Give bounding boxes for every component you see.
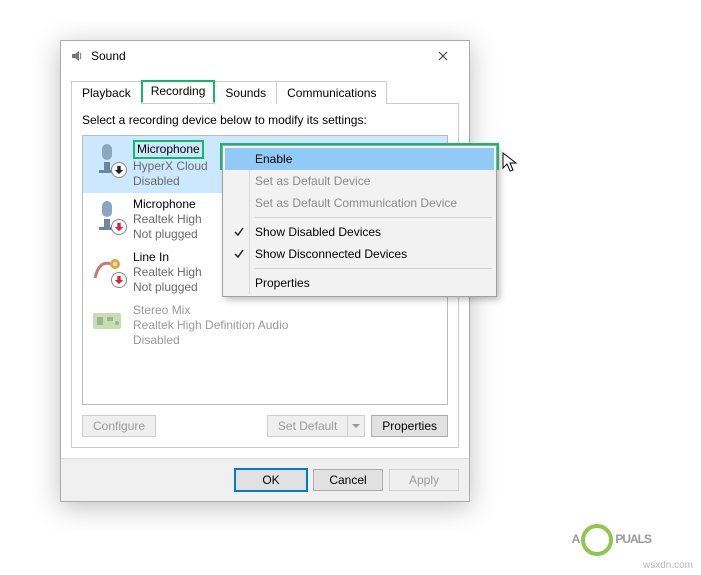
tab-recording[interactable]: Recording [141,80,216,103]
line-in-icon [89,250,125,286]
disabled-badge-icon [111,162,127,178]
unplugged-badge-icon [111,272,127,288]
configure-button[interactable]: Configure [82,415,156,437]
cancel-button[interactable]: Cancel [313,469,383,491]
menu-label: Properties [255,276,310,290]
device-name: Line In [133,250,202,265]
microphone-icon [89,197,125,233]
stereo-mix-icon [89,303,125,339]
set-default-dropdown[interactable] [347,415,365,437]
logo-text-post: PUALS [615,532,651,546]
chevron-down-icon [352,422,360,430]
device-subtitle: Realtek High [133,265,202,280]
checkmark-icon [231,224,247,240]
instruction-text: Select a recording device below to modif… [82,113,448,127]
set-default-split-button[interactable]: Set Default [267,415,365,437]
watermark: wsxdn.com [643,560,693,571]
menu-enable[interactable]: Enable [225,148,494,170]
ok-button[interactable]: OK [235,469,307,491]
device-subtitle: HyperX Cloud [133,159,208,174]
menu-label: Show Disabled Devices [255,225,381,239]
menu-set-default[interactable]: Set as Default Device [225,170,494,192]
unplugged-badge-icon [111,219,127,235]
device-text: Line In Realtek High Not plugged [133,250,202,295]
tab-button-row: Configure Set Default Properties [82,415,448,437]
window-title: Sound [91,49,423,63]
device-name: Microphone [133,140,204,159]
titlebar: Sound [61,41,469,71]
device-subtitle: Realtek High Definition Audio [133,318,288,333]
logo-text-pre: A [572,532,580,546]
tab-playback[interactable]: Playback [71,81,142,104]
device-status: Disabled [133,174,208,189]
device-item-stereo-mix[interactable]: Stereo Mix Realtek High Definition Audio… [83,299,447,352]
device-name: Microphone [133,197,202,212]
menu-set-comm-default[interactable]: Set as Default Communication Device [225,192,494,214]
device-status: Not plugged [133,227,202,242]
context-menu: Enable Set as Default Device Set as Defa… [222,145,497,297]
tab-sounds[interactable]: Sounds [214,81,277,104]
close-icon [438,51,448,61]
menu-properties[interactable]: Properties [225,272,494,294]
menu-label: Set as Default Device [255,174,370,188]
device-name: Stereo Mix [133,303,288,318]
menu-show-disconnected[interactable]: Show Disconnected Devices [225,243,494,265]
device-subtitle: Realtek High [133,212,202,227]
tab-communications[interactable]: Communications [276,81,387,104]
checkmark-icon [231,246,247,262]
tab-strip: Playback Recording Sounds Communications [71,80,459,104]
cursor-icon [502,152,520,177]
sound-icon [69,48,85,64]
menu-show-disabled[interactable]: Show Disabled Devices [225,221,494,243]
menu-separator [255,217,492,218]
dialog-footer: OK Cancel Apply [61,458,469,501]
close-button[interactable] [423,42,463,70]
apply-button[interactable]: Apply [389,469,459,491]
device-status: Disabled [133,333,288,348]
menu-separator [255,268,492,269]
menu-label: Set as Default Communication Device [255,196,457,210]
properties-button[interactable]: Properties [371,415,448,437]
device-text: Stereo Mix Realtek High Definition Audio… [133,303,288,348]
device-status: Not plugged [133,280,202,295]
microphone-icon [89,140,125,176]
logo-circle-icon [581,524,613,556]
menu-label: Enable [255,152,292,166]
appuals-logo: A PUALS [572,523,651,555]
device-text: Microphone Realtek High Not plugged [133,197,202,242]
menu-label: Show Disconnected Devices [255,247,407,261]
set-default-button[interactable]: Set Default [267,415,347,437]
device-text: Microphone HyperX Cloud Disabled [133,140,208,189]
